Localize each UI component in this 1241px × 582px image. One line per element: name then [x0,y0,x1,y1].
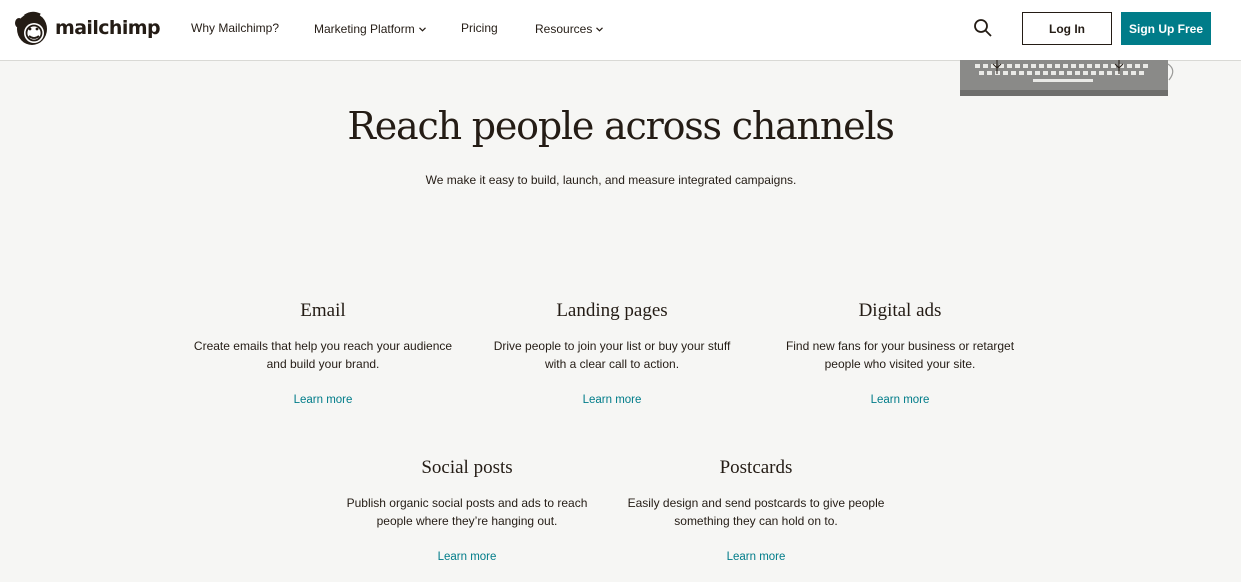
channel-title: Landing pages [556,300,668,321]
channel-title: Email [300,300,346,321]
channel-title: Digital ads [858,300,942,321]
channel-description: Create emails that help you reach your a… [193,339,453,371]
channel-description: Find new fans for your business or retar… [785,339,1015,371]
nav-label: Resources [535,22,593,36]
mailchimp-logo[interactable]: mailchimp [13,8,161,48]
nav-why-mailchimp[interactable]: Why Mailchimp? [191,21,279,35]
channel-description: Easily design and send postcards to give… [627,496,885,528]
top-navigation-bar: mailchimp Why Mailchimp? Marketing Platf… [0,0,1241,61]
channel-title: Postcards [719,457,793,478]
page-title: Reach people across channels [347,104,894,148]
sign-up-free-button[interactable]: Sign Up Free [1121,12,1211,45]
learn-more-link-landing-pages[interactable]: Learn more [583,394,642,406]
learn-more-link-digital-ads[interactable]: Learn more [871,394,930,406]
channel-card-postcards: Postcards Easily design and send postcar… [626,457,886,565]
freddie-monkey-icon [15,11,47,45]
logo-wordmark: mailchimp [55,17,161,39]
channel-description: Publish organic social posts and ads to … [346,496,588,528]
channel-card-social-posts: Social posts Publish organic social post… [337,457,597,565]
chevron-down-icon [596,21,604,35]
log-in-button[interactable]: Log In [1022,12,1112,45]
channel-card-landing-pages: Landing pages Drive people to join your … [482,300,742,408]
page-subtitle: We make it easy to build, launch, and me… [425,173,797,187]
nav-marketing-platform[interactable]: Marketing Platform [314,21,426,36]
search-icon[interactable] [973,18,993,38]
chevron-down-icon [418,21,426,35]
learn-more-link-social-posts[interactable]: Learn more [438,551,497,563]
channel-card-digital-ads: Digital ads Find new fans for your busin… [770,300,1030,408]
channel-title: Social posts [421,457,513,478]
keyboard-illustration [955,60,1177,105]
nav-pricing[interactable]: Pricing [461,21,498,35]
learn-more-link-postcards[interactable]: Learn more [727,551,786,563]
nav-label: Pricing [461,21,498,35]
nav-label: Why Mailchimp? [191,21,280,35]
nav-label: Marketing Platform [314,22,415,36]
channel-card-email: Email Create emails that help you reach … [193,300,453,408]
learn-more-link-email[interactable]: Learn more [294,394,353,406]
channel-description: Drive people to join your list or buy yo… [493,339,731,371]
nav-resources[interactable]: Resources [535,21,604,36]
